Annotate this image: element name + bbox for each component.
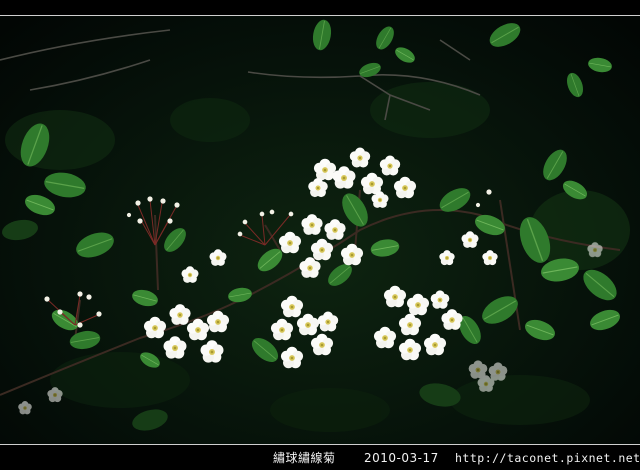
- caption-url: http://taconet.pixnet.net: [455, 451, 640, 465]
- caption-date: 2010-03-17: [364, 451, 439, 465]
- caption-title: 繡球繡線菊: [273, 451, 336, 465]
- bottom-rule: [0, 444, 640, 445]
- top-border-bar: [0, 0, 640, 16]
- top-rule: [0, 15, 640, 16]
- flower-photo: [0, 0, 640, 470]
